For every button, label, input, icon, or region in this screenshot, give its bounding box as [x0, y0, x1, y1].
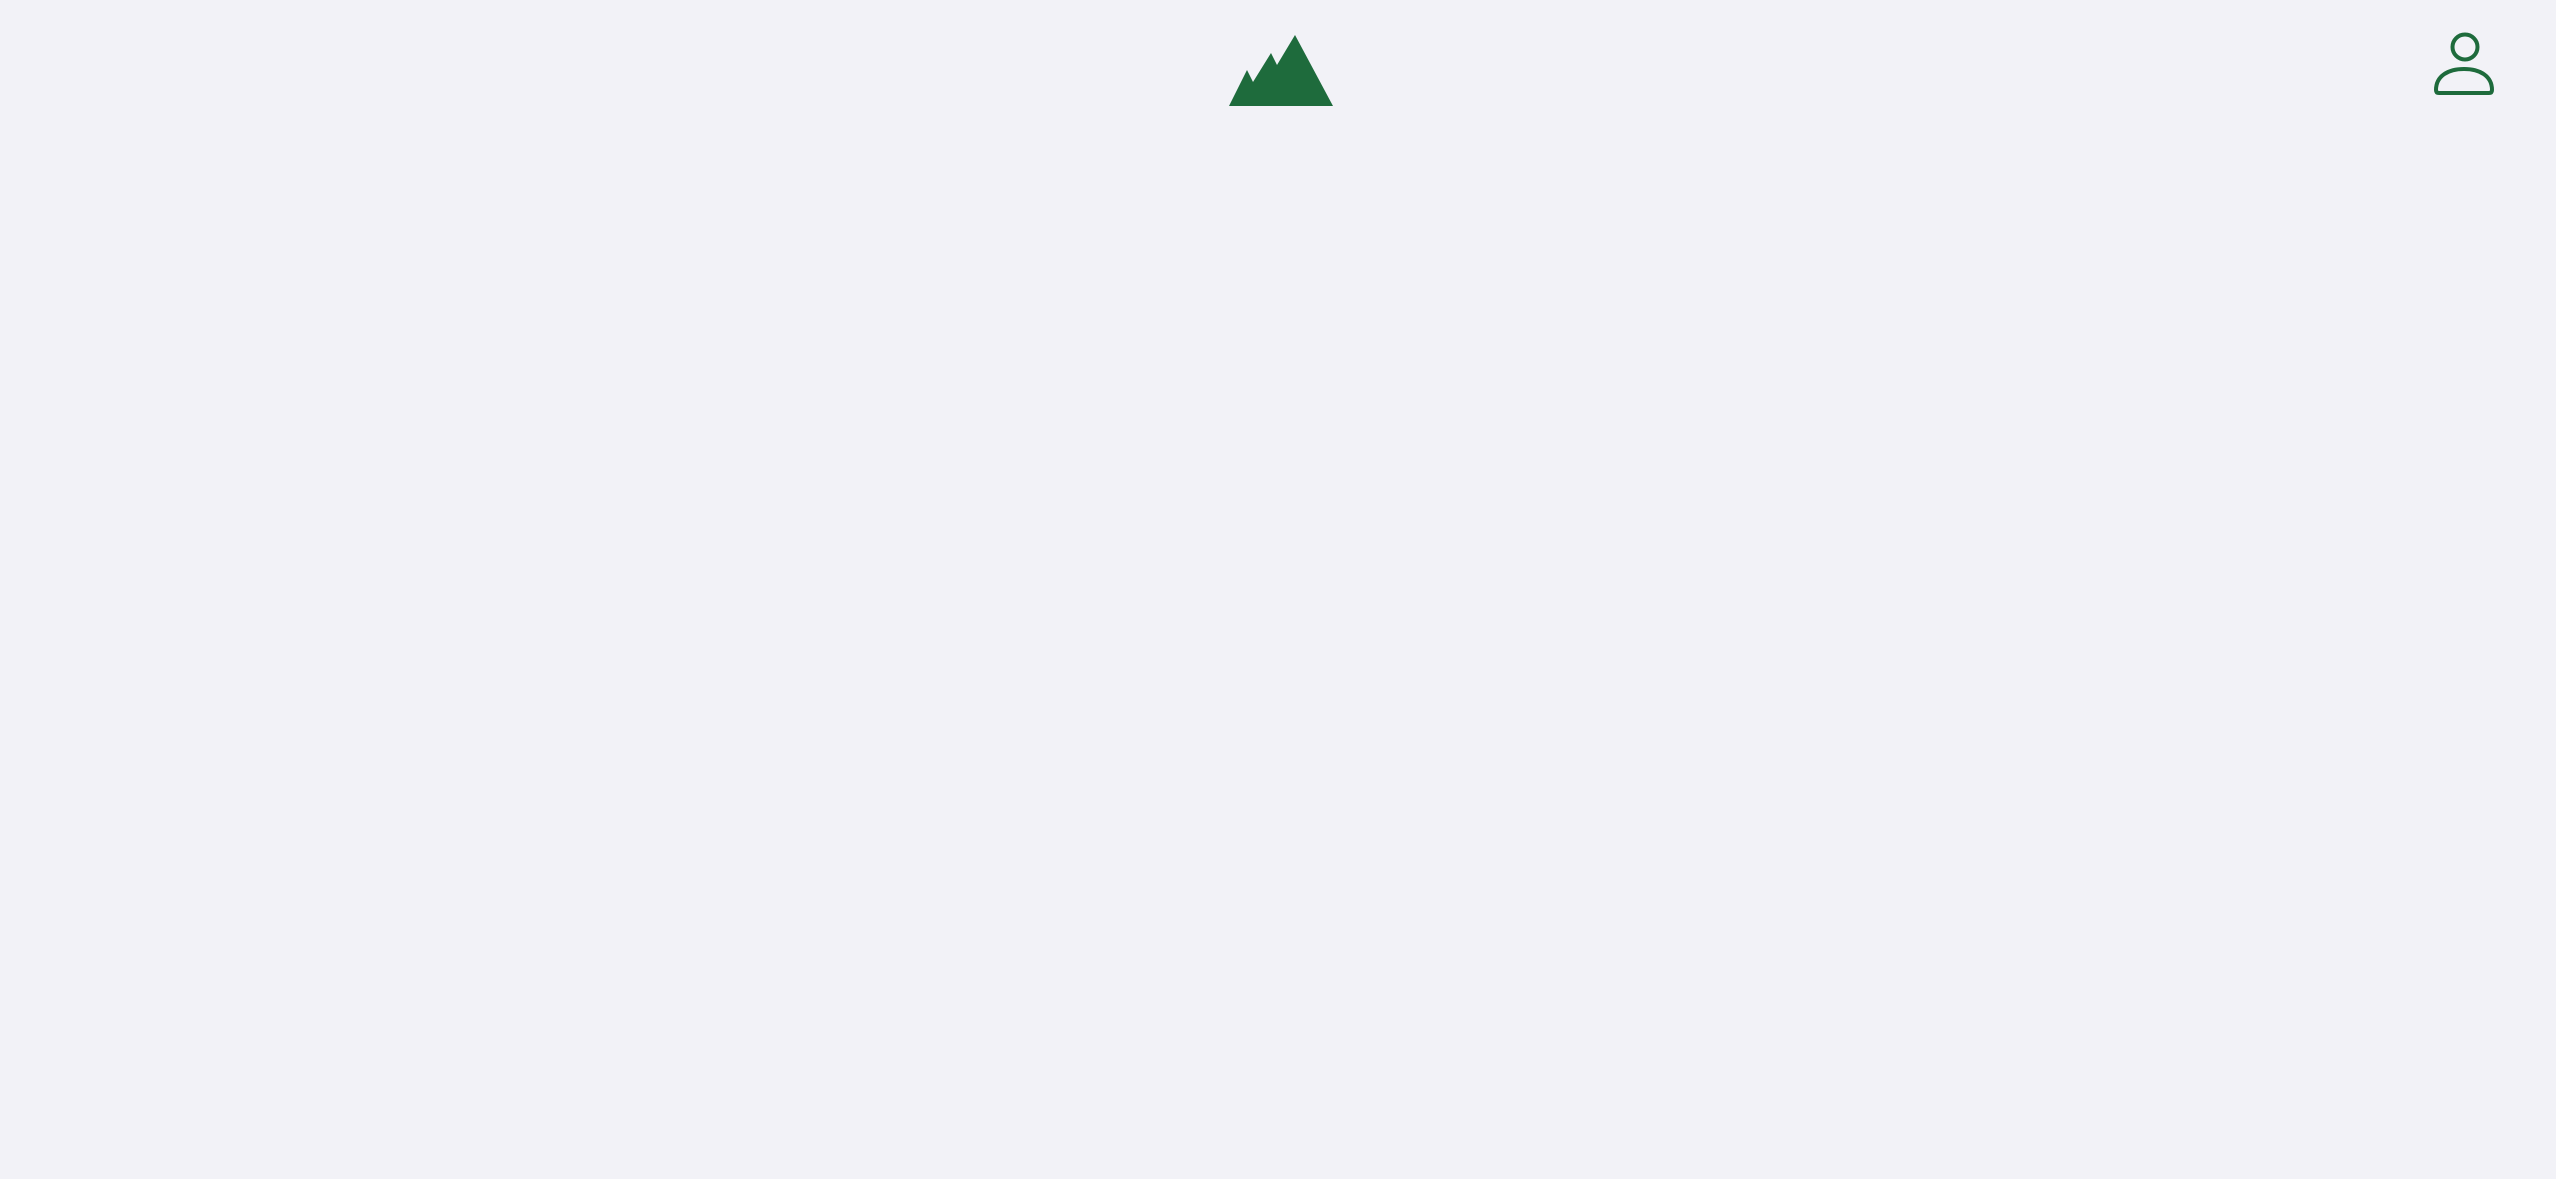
mountains-logo-icon[interactable] — [1227, 33, 1335, 109]
main-content — [0, 140, 2556, 1179]
person-icon — [2430, 30, 2498, 102]
account-button[interactable] — [2430, 30, 2498, 102]
top-bar — [0, 0, 2556, 140]
app-page — [0, 0, 2556, 1179]
